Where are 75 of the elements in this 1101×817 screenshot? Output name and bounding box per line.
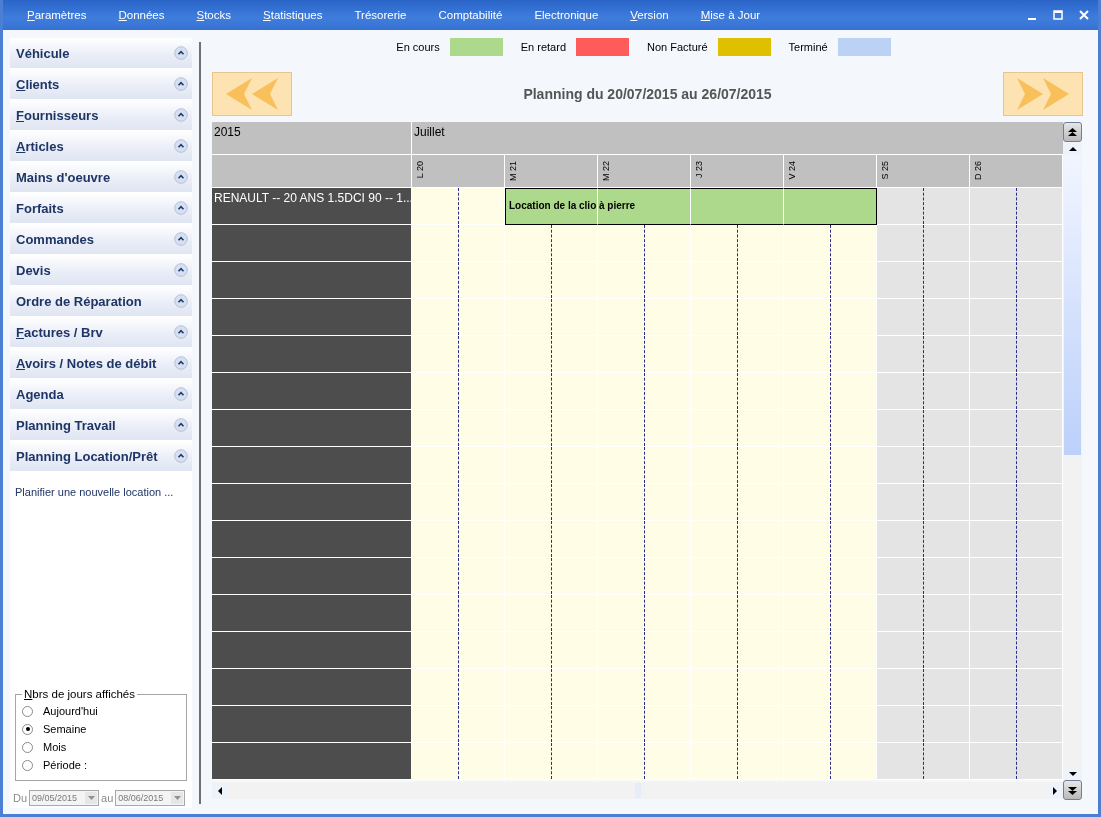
arrow-down-icon (1068, 771, 1077, 776)
scrollbar-thumb[interactable] (1064, 155, 1081, 455)
section-header[interactable]: Forfaits (16, 200, 64, 216)
double-arrow-down-icon (1068, 785, 1077, 795)
chevron-up-icon[interactable] (174, 418, 188, 432)
scroll-up-button[interactable] (1064, 142, 1081, 155)
radio-label[interactable]: Période : (43, 759, 88, 771)
legend-label: Non Facturé (647, 41, 708, 53)
booking-label[interactable]: Location de la clio à pierre (509, 200, 636, 211)
close-icon (1079, 10, 1089, 20)
double-arrow-up-icon (1068, 127, 1077, 137)
scroll-to-top-button[interactable] (1063, 122, 1082, 142)
menu-item[interactable]: Mise à Jour (700, 9, 777, 21)
arrow-up-icon (1068, 146, 1077, 151)
menu-item[interactable]: Electronique (534, 9, 615, 21)
arrow-left-icon (218, 786, 222, 795)
caret-down-icon (173, 796, 181, 800)
menu-item[interactable]: Trésorerie (354, 9, 423, 21)
chevron-up-icon[interactable] (174, 232, 188, 246)
chevron-up-icon[interactable] (174, 170, 188, 184)
chevron-up-icon[interactable] (174, 77, 188, 91)
task-link[interactable]: Planifier une nouvelle location ... (15, 486, 174, 498)
menu-item[interactable]: Paramètres (27, 9, 103, 21)
day-header: J 23 (691, 155, 784, 188)
day-header: L 20 (412, 155, 505, 188)
chevron-up-icon[interactable] (174, 201, 188, 215)
chevron-up-icon[interactable] (174, 325, 188, 339)
resource-cell: RENAULT -- 20 ANS 1.5DCI 90 -- 1... (212, 188, 412, 225)
section-header[interactable]: Véhicule (16, 45, 70, 61)
day-header: M 21 (505, 155, 598, 188)
day-header: M 22 (598, 155, 691, 188)
menu-item[interactable]: Statistiques (263, 9, 339, 21)
date-label: au (101, 792, 114, 804)
year-header: 2015 (212, 122, 412, 155)
chevron-up-icon[interactable] (174, 294, 188, 308)
section-header[interactable]: Agenda (16, 386, 64, 402)
chevron-up-icon[interactable] (174, 139, 188, 153)
radio-label[interactable]: Aujourd'hui (43, 705, 98, 717)
minimize-icon (1028, 17, 1036, 20)
chevron-up-icon[interactable] (174, 46, 188, 60)
chevron-up-icon[interactable] (174, 108, 188, 122)
legend-label: En retard (520, 41, 566, 53)
menu-item[interactable]: Comptabilité (438, 9, 519, 21)
planning-title: Planning du 20/07/2015 au 26/07/2015 (523, 86, 772, 102)
menu-item[interactable]: Données (118, 9, 181, 21)
chevron-up-icon[interactable] (174, 387, 188, 401)
radio-button[interactable] (22, 705, 33, 717)
month-header: Juillet (412, 122, 1063, 155)
menu-item[interactable]: Stocks (196, 9, 247, 21)
chevron-up-icon[interactable] (174, 449, 188, 463)
group-title: Nbrs de jours affichés (23, 688, 136, 700)
radio-button[interactable] (22, 741, 33, 753)
radio-button[interactable] (22, 759, 33, 771)
legend-label: Terminé (788, 41, 828, 53)
scroll-left-button[interactable] (212, 782, 228, 799)
menu-item[interactable]: Version (630, 9, 685, 21)
section-header[interactable]: Articles (16, 138, 64, 154)
day-header: D 26 (970, 155, 1063, 188)
maximize-icon (1053, 10, 1063, 20)
date-label: Du (13, 792, 28, 804)
section-header[interactable]: Clients (16, 76, 60, 92)
radio-label[interactable]: Mois (43, 741, 67, 753)
caret-down-icon (87, 796, 95, 800)
day-header: V 24 (784, 155, 877, 188)
radio-label[interactable]: Semaine (43, 723, 87, 735)
arrow-right-icon (1053, 786, 1057, 795)
scroll-right-button[interactable] (1047, 782, 1063, 799)
legend-label: En cours (396, 41, 440, 53)
scroll-to-bottom-button[interactable] (1063, 780, 1082, 800)
day-header: S 25 (877, 155, 970, 188)
chevron-up-icon[interactable] (174, 356, 188, 370)
scroll-down-button[interactable] (1064, 767, 1081, 780)
section-header[interactable]: Devis (16, 262, 51, 278)
chevron-up-icon[interactable] (174, 263, 188, 277)
radio-button[interactable] (22, 723, 33, 735)
